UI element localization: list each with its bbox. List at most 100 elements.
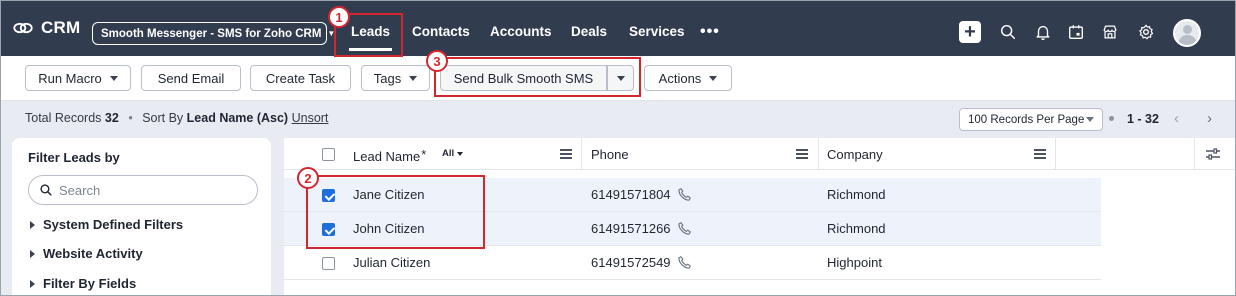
send-email-label: Send Email [157, 70, 225, 86]
actions-label: Actions [658, 70, 702, 86]
column-menu-icon[interactable] [560, 149, 572, 159]
lead-name-filter-dropdown[interactable]: All [442, 148, 464, 159]
phone-value: 61491571804 [591, 187, 671, 202]
column-divider [1194, 138, 1195, 170]
filter-panel: Filter Leads by System Defined Filters W… [12, 138, 271, 296]
tab-leads[interactable]: Leads [348, 24, 393, 51]
chevron-left-icon[interactable]: ‹ [1174, 110, 1179, 127]
separator-dot [1109, 116, 1114, 121]
records-per-page-value: 100 Records Per Page [968, 113, 1085, 126]
records-bar: Total Records 32 • Sort By Lead Name (As… [0, 101, 1236, 137]
action-toolbar: Run Macro Send Email Create Task Tags Se… [0, 56, 1236, 101]
run-macro-label: Run Macro [38, 70, 102, 86]
column-header-phone[interactable]: Phone [591, 147, 629, 162]
unsort-link[interactable]: Unsort [292, 111, 329, 125]
send-email-button[interactable]: Send Email [141, 65, 241, 91]
filter-item-label: System Defined Filters [43, 217, 184, 232]
phone-cell: 61491572549 [591, 255, 692, 270]
phone-icon[interactable] [677, 255, 692, 270]
caret-down-icon: ▼ [327, 29, 336, 38]
caret-down-icon [1086, 117, 1094, 122]
column-divider [1055, 138, 1056, 170]
separator-dot: • [128, 111, 133, 125]
calendar-icon[interactable] [1066, 22, 1086, 42]
filter-item-label: Filter By Fields [43, 276, 137, 291]
run-macro-button[interactable]: Run Macro [25, 65, 131, 91]
tab-services[interactable]: Services [629, 24, 685, 39]
search-icon[interactable] [998, 22, 1018, 42]
column-header-lead-name[interactable]: Lead Name* [353, 147, 426, 164]
records-per-page-select[interactable]: 100 Records Per Page [959, 108, 1103, 131]
filter-system-defined[interactable]: System Defined Filters [30, 217, 183, 232]
phone-value: 61491571266 [591, 221, 671, 236]
table-row[interactable]: Julian Citizen 61491572549 Highpoint [284, 246, 1101, 280]
total-records-count: 32 [104, 111, 119, 125]
caret-down-icon [709, 75, 718, 81]
caret-right-icon [30, 279, 35, 288]
company-cell: Richmond [827, 187, 886, 202]
table-row[interactable]: John Citizen 61491571266 Richmond [284, 212, 1101, 246]
column-divider [818, 138, 819, 170]
records-summary: Total Records 32 • Sort By Lead Name (As… [25, 111, 328, 125]
tags-button[interactable]: Tags [361, 65, 430, 91]
marketplace-icon[interactable] [1100, 22, 1120, 42]
create-task-label: Create Task [265, 70, 336, 86]
actions-button[interactable]: Actions [644, 65, 732, 91]
filter-by-fields[interactable]: Filter By Fields [30, 276, 136, 291]
send-bulk-sms-button[interactable]: Send Bulk Smooth SMS [440, 65, 607, 91]
sort-by-label: Sort By [142, 111, 184, 125]
table-header: Lead Name* All Phone Company [284, 138, 1236, 170]
row-checkbox[interactable] [322, 257, 335, 270]
row-checkbox[interactable] [322, 189, 335, 202]
lead-name-cell[interactable]: Jane Citizen [353, 187, 425, 202]
column-menu-icon[interactable] [796, 149, 808, 159]
org-select-label: Smooth Messenger - SMS for Zoho CRM [101, 27, 322, 40]
search-icon [40, 184, 52, 196]
caret-down-icon [457, 151, 464, 156]
column-settings-icon[interactable] [1205, 147, 1221, 161]
filter-title: Filter Leads by [28, 150, 120, 165]
select-all-checkbox[interactable] [322, 148, 335, 161]
chevron-right-icon[interactable]: › [1207, 110, 1212, 127]
phone-icon[interactable] [677, 187, 692, 202]
tags-label: Tags [373, 70, 402, 86]
total-records-label: Total Records [25, 111, 102, 125]
org-select[interactable]: Smooth Messenger - SMS for Zoho CRM ▼ [92, 22, 335, 45]
phone-cell: 61491571804 [591, 187, 692, 202]
lead-name-filter-label: All [442, 148, 455, 159]
sort-by-value: Lead Name (Asc) [186, 111, 289, 125]
lead-name-cell[interactable]: John Citizen [353, 221, 425, 236]
more-tabs-icon[interactable]: ••• [700, 24, 720, 40]
column-menu-icon[interactable] [1034, 149, 1046, 159]
required-asterisk: * [421, 147, 427, 162]
company-cell: Richmond [827, 221, 886, 236]
tab-deals[interactable]: Deals [571, 24, 607, 39]
annotation-step-3: 3 [426, 50, 448, 72]
column-header-company[interactable]: Company [827, 147, 883, 162]
plus-icon[interactable]: + [959, 21, 981, 43]
tab-accounts[interactable]: Accounts [490, 24, 552, 39]
avatar[interactable] [1173, 19, 1201, 47]
caret-down-icon [409, 75, 418, 81]
send-bulk-sms-dropdown[interactable] [607, 65, 634, 91]
company-cell: Highpoint [827, 255, 882, 270]
caret-down-icon [109, 75, 118, 81]
bell-icon[interactable] [1033, 22, 1053, 42]
table-row[interactable]: Jane Citizen 61491571804 Richmond [284, 178, 1101, 212]
phone-icon[interactable] [677, 221, 692, 236]
crm-logo-icon [13, 22, 33, 34]
filter-search-input[interactable] [59, 182, 239, 198]
row-checkbox[interactable] [322, 223, 335, 236]
create-task-button[interactable]: Create Task [250, 65, 351, 91]
filter-website-activity[interactable]: Website Activity [30, 246, 143, 261]
lead-name-cell[interactable]: Julian Citizen [353, 255, 430, 270]
crm-logo[interactable]: CRM [12, 16, 80, 40]
top-navigation: CRM Smooth Messenger - SMS for Zoho CRM … [0, 0, 1236, 56]
page-range: 1 - 32 [1127, 112, 1159, 126]
filter-item-label: Website Activity [43, 246, 143, 261]
tab-contacts[interactable]: Contacts [412, 24, 470, 39]
gear-icon[interactable] [1136, 22, 1156, 42]
annotation-step-1: 1 [328, 6, 350, 28]
filter-search[interactable] [28, 175, 258, 205]
crm-logo-text: CRM [41, 18, 81, 37]
